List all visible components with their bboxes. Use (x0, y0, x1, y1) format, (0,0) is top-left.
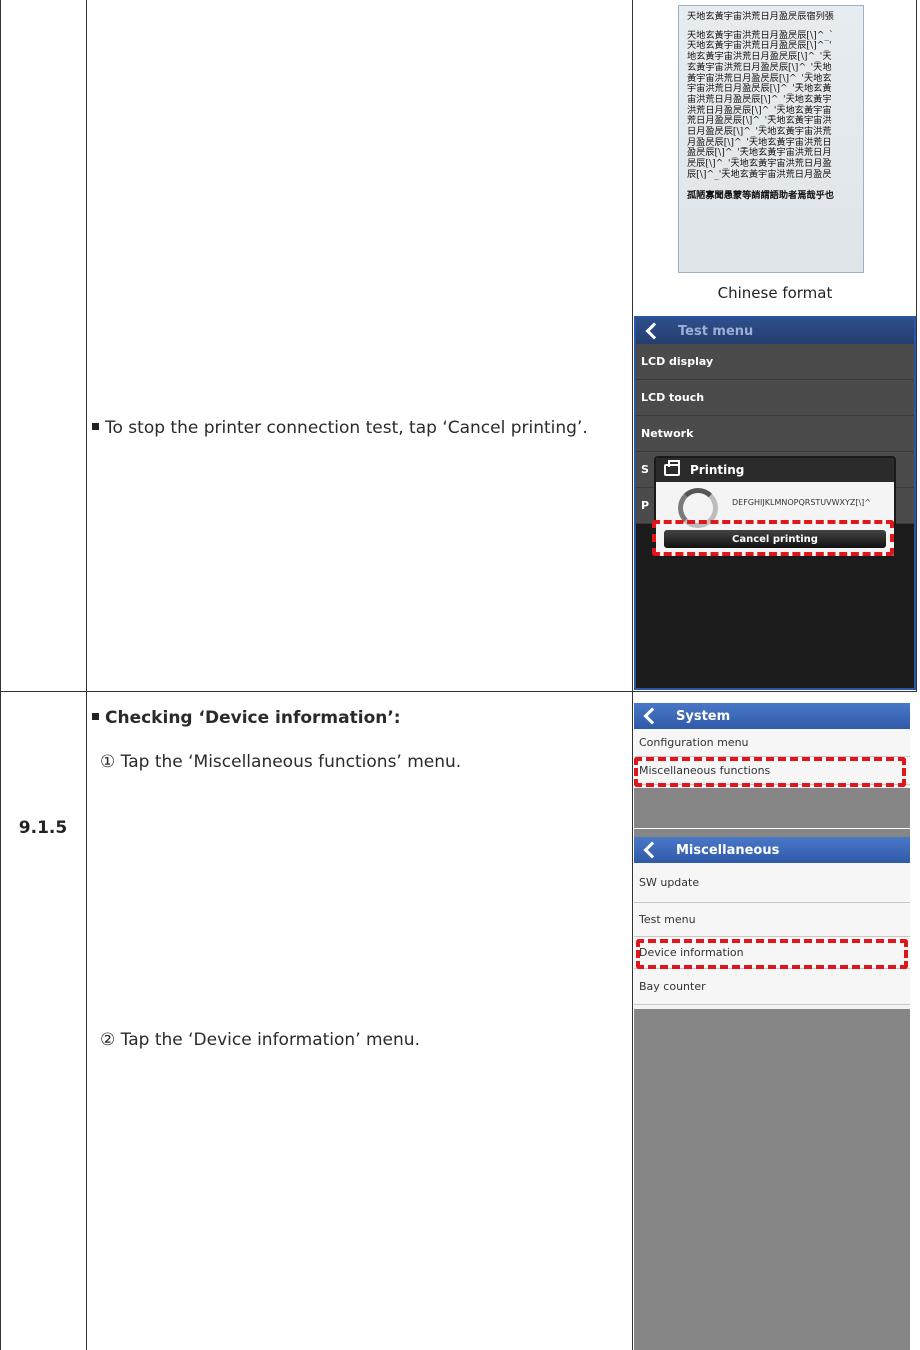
table-border-left (0, 0, 1, 1350)
system-title: System (676, 708, 731, 724)
chinese-sample-lines: 天地玄黃宇宙洪荒日月盈昃辰[\]^_` 天地玄黃宇宙洪荒日月盈昃辰[\]^_' … (687, 30, 855, 181)
step-1-text: ① Tap the ‘Miscellaneous functions’ menu… (100, 752, 462, 772)
system-titlebar: System (634, 703, 910, 729)
back-chevron-icon[interactable] (643, 841, 661, 859)
menu-item-sw-update[interactable]: SW update (634, 863, 910, 903)
bullet-marker (92, 712, 99, 720)
bullet-marker (92, 422, 99, 430)
menu-item-configuration-menu[interactable]: Configuration menu (634, 729, 910, 757)
table-border-col1 (86, 0, 87, 1350)
test-menu-screenshot: Test menu LCD display LCD touch Network … (634, 316, 916, 690)
section-heading: Checking ‘Device information’: (92, 698, 622, 738)
table-border-col2 (632, 0, 633, 1350)
highlight-cancel-printing (652, 520, 894, 556)
chinese-format-sample: 天地玄黃宇宙洪荒日月盈昃辰宿列張 天地玄黃宇宙洪荒日月盈昃辰[\]^_` 天地玄… (678, 5, 864, 273)
miscellaneous-menu-screenshot: Miscellaneous SW update Test menu Device… (634, 829, 910, 1350)
step-2-text: ② Tap the ‘Device information’ menu. (100, 1030, 420, 1050)
misc-titlebar: Miscellaneous (634, 837, 910, 863)
back-chevron-icon[interactable] (643, 707, 661, 725)
back-chevron-icon[interactable] (645, 322, 663, 340)
highlight-miscellaneous-functions (634, 757, 906, 787)
menu-item-bay-counter[interactable]: Bay counter (634, 969, 910, 1005)
chinese-sample-footer: 孤陋寡聞愚蒙等誚謂語助者焉哉乎也 (687, 189, 834, 201)
printing-dialog-header: Printing (656, 458, 894, 482)
instruction-text: To stop the printer connection test, tap… (105, 418, 588, 438)
section-heading-text: Checking ‘Device information’: (105, 708, 401, 728)
table-row-divider (0, 691, 917, 692)
printing-dialog-title: Printing (690, 463, 745, 477)
section-number: 9.1.5 (18, 818, 68, 838)
chinese-sample-line: 辰[\]^_'天地玄黃宇宙洪荒日月盈昃 (687, 168, 832, 180)
menu-item-test-menu[interactable]: Test menu (634, 903, 910, 937)
highlight-device-information (636, 939, 908, 969)
misc-top-gray (634, 829, 910, 837)
figure-caption: Chinese format (717, 284, 833, 302)
menu-item-lcd-touch[interactable]: LCD touch (636, 380, 914, 416)
printer-icon (664, 460, 680, 476)
test-menu-titlebar: Test menu (636, 318, 914, 344)
table-border-right (916, 0, 917, 692)
chinese-sample-line: 玄黃宇宙洪荒日月盈昃辰[\]^_'天地 (687, 61, 832, 73)
printing-dialog-text: DEFGHIJKLMNOPQRSTUVWXYZ[\]^ (732, 498, 872, 507)
test-menu-title: Test menu (678, 323, 754, 339)
chinese-sample-header: 天地玄黃宇宙洪荒日月盈昃辰宿列張 (687, 11, 834, 22)
misc-screen-empty-area (634, 1009, 910, 1350)
misc-title: Miscellaneous (676, 842, 780, 858)
instruction-cancel-printing: To stop the printer connection test, tap… (92, 408, 622, 448)
menu-item-lcd-display[interactable]: LCD display (636, 344, 914, 380)
menu-item-network[interactable]: Network (636, 416, 914, 452)
system-screen-empty-area (634, 788, 910, 828)
